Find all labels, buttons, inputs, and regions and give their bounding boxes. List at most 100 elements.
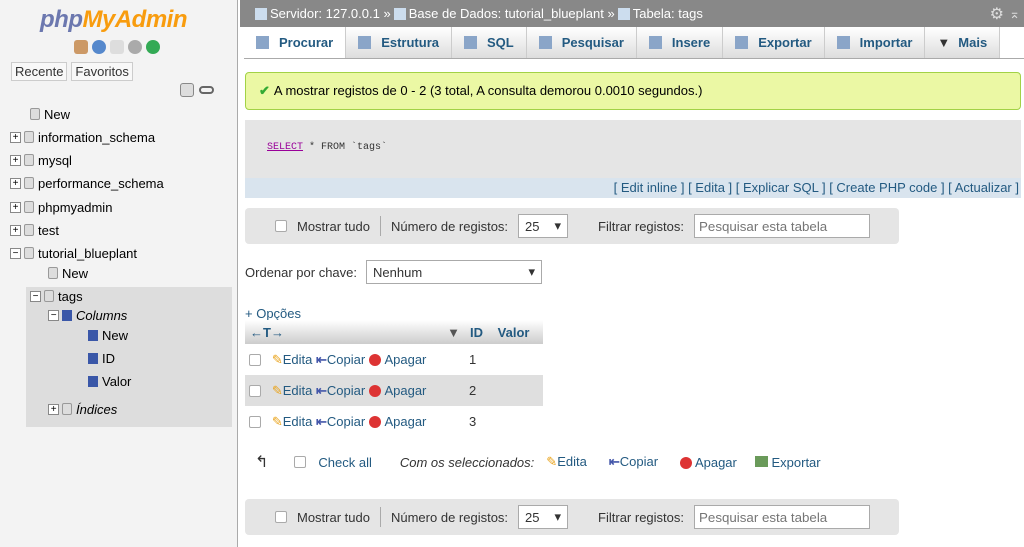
sort-select[interactable]: Nenhum ▾ <box>366 260 543 284</box>
collapse-all-icon[interactable] <box>180 83 194 97</box>
filter-input[interactable] <box>694 214 871 238</box>
bulk-delete-button[interactable]: Apagar <box>695 455 737 470</box>
sort-menu-icon[interactable]: ▼ <box>447 325 460 340</box>
copy-link[interactable]: Copiar <box>327 414 365 429</box>
logo[interactable]: phpMyAdmin <box>40 6 187 34</box>
recent-button[interactable]: Recente <box>11 62 68 81</box>
new-table-icon <box>48 267 58 279</box>
tab-exportar[interactable]: Exportar <box>723 27 825 58</box>
breadcrumb-server[interactable]: Servidor: 127.0.0.1 <box>270 6 380 21</box>
expand-icon[interactable]: + <box>10 201 21 213</box>
database-icon <box>24 201 34 213</box>
cell-id[interactable]: 1 <box>465 344 493 375</box>
edit-link[interactable]: Edita <box>283 383 313 398</box>
column-resize-icon[interactable]: ←T→ <box>250 325 284 340</box>
expand-icon[interactable]: + <box>10 131 21 143</box>
export-icon <box>735 36 749 49</box>
expand-icon[interactable]: + <box>10 154 21 166</box>
reload-icon[interactable] <box>146 40 160 54</box>
link-icon[interactable] <box>199 86 214 94</box>
copy-link[interactable]: Copiar <box>327 383 365 398</box>
row-checkbox[interactable] <box>249 385 261 398</box>
tree-item-new[interactable]: New <box>30 104 70 124</box>
bulk-export-button[interactable]: Exportar <box>771 455 820 470</box>
delete-link[interactable]: Apagar <box>384 383 426 398</box>
rows-select[interactable]: 25 ▾ <box>518 505 569 529</box>
delete-link[interactable]: Apagar <box>384 352 426 367</box>
database-icon <box>24 154 34 166</box>
sql-icon <box>464 36 477 49</box>
row-checkbox[interactable] <box>249 354 261 367</box>
help-icon[interactable] <box>92 40 106 54</box>
cell-id[interactable]: 2 <box>465 375 493 406</box>
copy-link[interactable]: Copiar <box>327 352 365 367</box>
tab-procurar[interactable]: Procurar <box>244 27 347 58</box>
tree-item-test[interactable]: + test <box>10 220 59 240</box>
tree-item-columns[interactable]: − Columns <box>48 305 127 325</box>
tree-item-valor[interactable]: Valor <box>88 371 131 391</box>
table-icon <box>44 290 54 302</box>
tab-importar[interactable]: Importar <box>824 27 926 58</box>
bulk-copy-button[interactable]: Copiar <box>620 454 658 469</box>
column-header-valor[interactable]: Valor <box>492 320 543 344</box>
expand-icon[interactable]: + <box>10 224 21 236</box>
cell-valor[interactable] <box>492 375 543 406</box>
columns-icon <box>62 309 72 321</box>
check-all-link[interactable]: Check all <box>318 455 371 470</box>
home-icon[interactable] <box>74 40 88 54</box>
check-all-checkbox[interactable] <box>294 456 307 468</box>
query-links[interactable]: [ Edit inline ] [ Edita ] [ Explicar SQL… <box>245 178 1021 198</box>
tab-estrutura[interactable]: Estrutura <box>346 27 452 58</box>
tree-item-tags[interactable]: − tags <box>30 286 83 306</box>
settings-gear-icon[interactable]: ⚙ <box>990 4 1004 24</box>
favorites-button[interactable]: Favoritos <box>71 62 133 81</box>
cell-valor[interactable] <box>493 344 543 375</box>
search-icon <box>538 36 552 49</box>
docs-icon[interactable] <box>110 40 124 54</box>
bulk-edit-button[interactable]: Edita <box>557 454 587 469</box>
column-header-id[interactable]: ID <box>465 320 493 344</box>
tree-item-id[interactable]: ID <box>88 348 115 368</box>
edit-link[interactable]: Edita <box>283 352 313 367</box>
new-column-icon <box>88 329 98 341</box>
column-icon <box>88 375 98 387</box>
collapse-top-icon[interactable]: ⌅ <box>1009 6 1020 22</box>
filter-input[interactable] <box>694 505 871 529</box>
breadcrumb-table[interactable]: Tabela: tags <box>633 6 703 21</box>
tab-insere[interactable]: Insere <box>636 27 724 58</box>
tab-mais[interactable]: ▼ Mais <box>925 27 1001 58</box>
new-db-icon <box>30 108 40 120</box>
expand-icon[interactable]: + <box>48 403 59 415</box>
cell-valor[interactable] <box>493 406 543 437</box>
options-link[interactable]: + Opções <box>245 306 301 321</box>
delete-link[interactable]: Apagar <box>384 414 426 429</box>
delete-icon <box>680 457 693 470</box>
gear-icon[interactable] <box>128 40 142 54</box>
edit-link[interactable]: Edita <box>283 414 313 429</box>
cell-id[interactable]: 3 <box>465 406 493 437</box>
tab-pesquisar[interactable]: Pesquisar <box>526 27 637 58</box>
tree-item-new-table[interactable]: New <box>48 263 88 283</box>
rows-select[interactable]: 25 ▾ <box>518 214 569 238</box>
tree-item-new-column[interactable]: New <box>88 325 128 345</box>
expand-icon[interactable]: + <box>10 177 21 189</box>
tree-item-phpmyadmin[interactable]: + phpmyadmin <box>10 197 112 217</box>
tree-item-indices[interactable]: + Índices <box>48 399 117 419</box>
tree-item-tutorial-blueplant[interactable]: − tutorial_blueplant <box>10 243 137 263</box>
delete-icon <box>368 416 381 429</box>
show-all-checkbox[interactable] <box>275 220 287 232</box>
tree-item-information-schema[interactable]: + information_schema <box>10 127 155 147</box>
delete-icon <box>368 354 381 367</box>
tree-item-mysql[interactable]: + mysql <box>10 150 72 170</box>
structure-icon <box>358 36 372 49</box>
show-all-checkbox[interactable] <box>275 511 287 523</box>
collapse-icon[interactable]: − <box>30 290 41 302</box>
dropdown-arrow-icon: ▾ <box>554 509 562 524</box>
breadcrumb-database[interactable]: Base de Dados: tutorial_blueplant <box>409 6 604 21</box>
collapse-icon[interactable]: − <box>10 247 21 259</box>
tree-item-performance-schema[interactable]: + performance_schema <box>10 173 164 193</box>
sql-query-box: SELECT * FROM `tags` [ Edit inline ] [ E… <box>245 120 1021 198</box>
tab-sql[interactable]: SQL <box>452 27 527 58</box>
row-checkbox[interactable] <box>249 416 261 429</box>
collapse-icon[interactable]: − <box>48 309 59 321</box>
